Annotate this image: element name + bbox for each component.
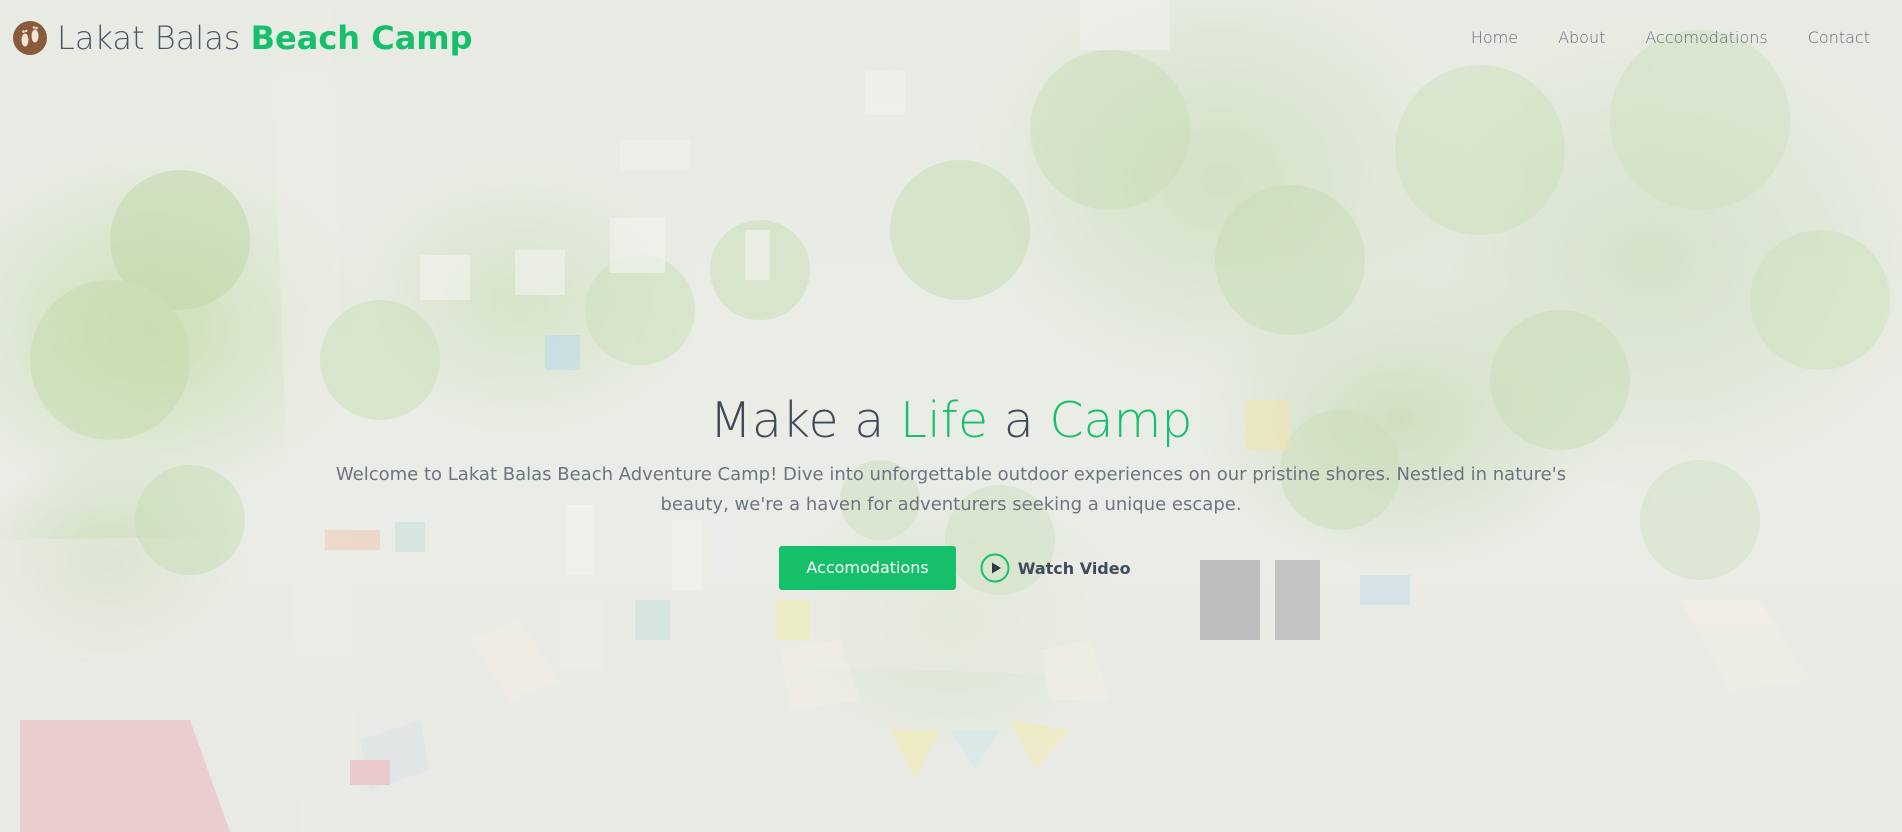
brand-home-link[interactable]: Lakat Balas Beach Camp [12,18,473,58]
brand-name: Lakat Balas Beach Camp [57,19,473,57]
brand-name-accent: Beach Camp [250,19,473,57]
hero-section: Make a Life a Camp Welcome to Lakat Bala… [0,392,1902,590]
nav-about[interactable]: About [1558,28,1605,47]
hero-title-accent-life: Life [899,392,989,449]
nav-home[interactable]: Home [1471,28,1518,47]
site-header: Lakat Balas Beach Camp Home About Accomo… [0,0,1902,76]
hero-description: Welcome to Lakat Balas Beach Adventure C… [335,464,1567,515]
watch-video-label: Watch Video [1017,558,1131,578]
hero-title-part2: a [988,392,1050,449]
play-circle-icon [980,553,1010,583]
hero-title-part1: Make a [709,392,900,449]
watch-video-button[interactable]: Watch Video [980,553,1131,583]
accomodations-button[interactable]: Accomodations [779,546,956,590]
hero-cta-row: Accomodations Watch Video [0,546,1902,590]
brand-name-plain: Lakat Balas [57,19,241,57]
hero-title-accent-camp: Camp [1049,392,1193,449]
main-nav: Home About Accomodations Contact [1471,28,1870,47]
nav-contact[interactable]: Contact [1808,28,1870,47]
footprints-icon [12,20,48,56]
hero-title: Make a Life a Camp [0,392,1902,450]
nav-accomodations[interactable]: Accomodations [1645,28,1767,47]
